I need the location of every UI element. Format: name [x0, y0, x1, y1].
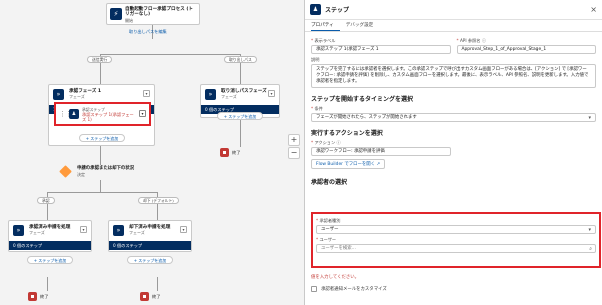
api-name-label: * API 参照名 ⓘ — [456, 38, 487, 43]
condition-label: * 条件 — [311, 106, 323, 111]
add-step-button[interactable]: + ステップを追加 — [79, 134, 125, 142]
connector — [47, 277, 48, 291]
info-icon: ⓘ — [481, 38, 487, 43]
decision-title: 申請の承認または却下の状況 — [77, 166, 135, 171]
open-in-flow-builder-button[interactable]: Flow Builder でフローを開く ↗ — [311, 159, 386, 169]
approver-type-label: * 承認者種別 — [316, 218, 341, 223]
chevron-down-icon[interactable]: ▾ — [143, 90, 150, 97]
path-label-recall: 取り出しパス — [224, 56, 257, 63]
description-textarea[interactable]: ステップを完了するには承認者を選択します。この承認ステップで呼び出すカスタム画面… — [311, 64, 596, 88]
stop-icon — [28, 292, 37, 301]
connector — [47, 192, 157, 193]
stage-icon: » — [205, 89, 216, 100]
start-subtitle: 開始 — [125, 17, 133, 23]
path-label-reject: 却下 (デフォルト) — [138, 197, 179, 204]
zoom-out-button[interactable]: − — [288, 147, 300, 159]
label-field-input[interactable]: 承認ステップ 1(承認フェーズ 1 — [311, 45, 451, 54]
description-label: 説明 — [311, 57, 320, 62]
end-label: 終了 — [232, 150, 241, 155]
flow-builder: ⚡ 自動起動フロー承認プロセス (トリガーなし) 開始 取り出しパスを編集 送信… — [0, 0, 602, 305]
connector — [100, 145, 101, 165]
chevron-down-icon[interactable]: ▾ — [268, 90, 275, 97]
add-step-button[interactable]: + ステップを追加 — [127, 256, 173, 264]
panel-body: * 表示ラベル 承認ステップ 1(承認フェーズ 1 * API 参照名 ⓘ Ap… — [305, 32, 602, 189]
tab-properties[interactable]: プロパティ — [311, 20, 340, 31]
stage-subtitle: フェーズ — [129, 230, 145, 235]
start-node[interactable]: ⚡ 自動起動フロー承認プロセス (トリガーなし) 開始 — [106, 3, 200, 25]
stage-icon: » — [113, 225, 124, 236]
panel-tabs: プロパティ デバッグ設定 — [305, 20, 602, 32]
edit-recall-path-link[interactable]: 取り出しパスを編集 — [129, 29, 167, 35]
chevron-down-icon[interactable]: ▾ — [180, 226, 187, 233]
path-label-submit: 送信実行 — [87, 56, 113, 63]
search-icon: ⌕ — [589, 246, 592, 252]
external-link-icon: ↗ — [376, 162, 381, 167]
user-label: * ユーザー — [316, 237, 337, 242]
error-message: 値を入力してください。 — [311, 275, 360, 280]
stage-header: » 却下済み申請を処理 フェーズ ▾ — [109, 221, 191, 241]
approver-type-select[interactable]: ユーザー — [316, 225, 596, 234]
stage-header: » 取り消しパスフェーズ フェーズ ▾ — [201, 85, 279, 105]
stage-header: » 承認済み申請を処理 フェーズ ▾ — [9, 221, 91, 241]
panel-footer: 値を入力してください。 承認者通知メールをカスタマイズ — [305, 268, 602, 295]
timing-section-title: ステップを開始するタイミングを選択 — [311, 96, 414, 103]
chevron-down-icon[interactable]: ▾ — [80, 226, 87, 233]
info-icon: ⓘ — [336, 140, 341, 145]
rejected-stage[interactable]: » 却下済み申請を処理 フェーズ ▾ 0 個のステップ — [108, 220, 192, 252]
zoom-in-button[interactable]: + — [288, 134, 300, 146]
start-title: 自動起動フロー承認プロセス (トリガーなし) — [125, 7, 194, 18]
flow-canvas[interactable]: ⚡ 自動起動フロー承認プロセス (トリガーなし) 開始 取り出しパスを編集 送信… — [0, 0, 305, 305]
connector — [100, 54, 240, 55]
decision-subtitle: 決定 — [77, 172, 85, 177]
email-checkbox[interactable] — [311, 286, 317, 292]
approval-step-1[interactable]: ⋮⋮ ♟ 承認ステップ 承認ステップ 1(承認フェーズ 1) ▾ — [54, 102, 151, 126]
email-customize-row[interactable]: 承認者通知メールをカスタマイズ — [311, 286, 596, 292]
approved-stage[interactable]: » 承認済み申請を処理 フェーズ ▾ 0 個のステップ — [8, 220, 92, 252]
properties-panel: ♟ ステップ × プロパティ デバッグ設定 * 表示ラベル 承認ステップ 1(承… — [305, 0, 602, 305]
stage-step-count: 0 個のステップ — [9, 241, 91, 250]
stop-icon — [140, 292, 149, 301]
end-node[interactable]: 終了 — [140, 292, 172, 302]
stage-subtitle: フェーズ — [221, 94, 237, 99]
end-node[interactable]: 終了 — [28, 292, 60, 302]
chevron-down-icon[interactable]: ▾ — [139, 110, 146, 117]
stage-subtitle: フェーズ — [69, 94, 85, 99]
add-step-button[interactable]: + ステップを追加 — [217, 112, 263, 120]
person-icon: ♟ — [69, 109, 79, 119]
decision-node[interactable]: 申請の承認または却下の状況 決定 — [57, 164, 147, 180]
connector — [157, 277, 158, 291]
action-section-title: 実行するアクションを選択 — [311, 130, 383, 137]
connector — [240, 117, 241, 147]
action-input[interactable]: 承認ワークフロー: 承認申請を評価 — [311, 147, 451, 156]
approver-fields: * 承認者種別 ユーザー * ユーザー ユーザーを検索...⌕ — [311, 212, 601, 268]
user-search-input[interactable]: ユーザーを検索... ⌕ — [316, 244, 596, 253]
tab-debug-settings[interactable]: デバッグ設定 — [346, 20, 380, 31]
stage-step-count: 0 個のステップ — [109, 241, 191, 250]
step-title: 承認ステップ 1(承認フェーズ 1) — [82, 112, 134, 122]
flow-icon: ⚡ — [110, 8, 122, 20]
end-label: 終了 — [40, 294, 49, 299]
stage-subtitle: フェーズ — [29, 230, 45, 235]
action-label: * アクション ⓘ — [311, 140, 341, 145]
stop-icon — [220, 148, 229, 157]
panel-header: ♟ ステップ × — [305, 0, 602, 20]
connector — [100, 180, 101, 192]
condition-select[interactable]: フェーズが開始されたら、ステップが開始されます — [311, 113, 596, 122]
add-step-button[interactable]: + ステップを追加 — [27, 256, 73, 264]
close-icon[interactable]: × — [590, 5, 597, 14]
email-checkbox-label: 承認者通知メールをカスタマイズ — [321, 287, 387, 292]
panel-title: ステップ — [325, 7, 350, 14]
api-name-input[interactable]: Approval_Step_1_of_Approval_Stage_1 — [456, 45, 596, 54]
stage-icon: » — [13, 225, 24, 236]
approver-section-title: 承認者の選択 — [311, 179, 348, 186]
decision-icon — [59, 165, 72, 178]
label-field-label: * 表示ラベル — [311, 38, 336, 43]
end-label: 終了 — [152, 294, 161, 299]
stage-icon: » — [53, 89, 64, 100]
end-node[interactable]: 終了 — [220, 148, 252, 158]
person-icon: ♟ — [310, 4, 321, 15]
path-label-approve: 承認 — [37, 197, 55, 204]
